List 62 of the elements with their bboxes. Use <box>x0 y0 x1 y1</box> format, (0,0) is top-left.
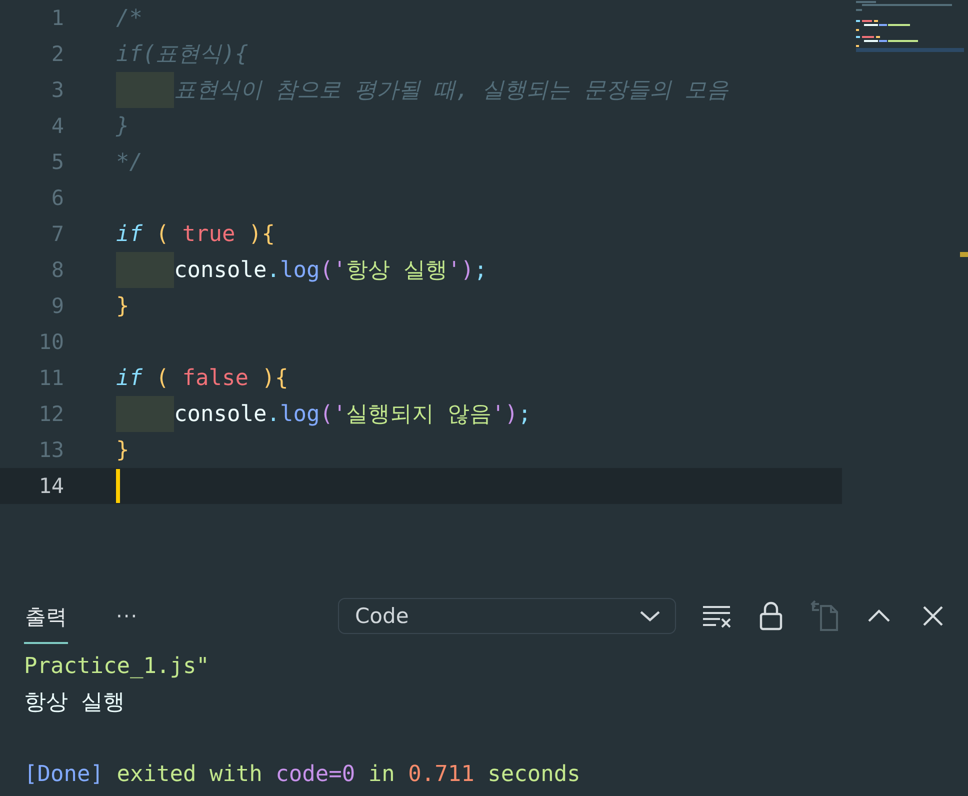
code-string: 항상 실행 <box>346 257 448 285</box>
text-cursor <box>116 469 120 503</box>
output-tab[interactable]: 출력 <box>24 588 68 644</box>
code-comment: 표현식이 참으로 평가될 때, 실행되는 문장들의 모음 <box>174 77 729 105</box>
code-method: log <box>280 258 320 282</box>
code-identifier: console <box>174 258 267 282</box>
output-text: code=0 <box>276 762 356 786</box>
code-string: 실행되지 않음 <box>346 401 492 429</box>
line-number: 5 <box>50 150 64 174</box>
code-punctuation: . <box>266 258 280 282</box>
output-text: exited with <box>116 762 264 786</box>
code-comment: } <box>116 114 130 138</box>
code-punctuation: ') <box>447 258 474 282</box>
more-actions-button[interactable]: ··· <box>116 604 138 628</box>
line-number: 2 <box>50 42 64 66</box>
code-punctuation: ; <box>518 402 532 426</box>
output-text: seconds <box>486 762 580 786</box>
line-number: 11 <box>38 366 64 390</box>
output-text: 0.711 <box>408 762 474 786</box>
line-number: 7 <box>50 222 64 246</box>
code-keyword: if <box>116 222 142 246</box>
line-number: 14 <box>38 474 64 498</box>
code-punctuation: } <box>116 438 130 462</box>
code-punctuation: ; <box>474 258 488 282</box>
line-number: 10 <box>38 330 64 354</box>
output-text: 항상 실행 <box>24 689 126 717</box>
code-punctuation: (' <box>320 258 346 282</box>
code-punctuation: ( <box>154 222 170 246</box>
code-punctuation: ') <box>491 402 518 426</box>
output-channel-dropdown[interactable]: Code <box>338 598 676 634</box>
code-punctuation: (' <box>320 402 346 426</box>
line-number: 6 <box>50 186 64 210</box>
line-number: 1 <box>50 6 64 30</box>
code-punctuation: ( <box>154 366 170 390</box>
output-text: [Done] <box>24 762 104 786</box>
line-number: 13 <box>38 438 64 462</box>
copy-icon <box>809 600 841 632</box>
line-number: 8 <box>50 258 64 282</box>
clear-list-icon <box>702 604 732 628</box>
code-punctuation: } <box>116 294 130 318</box>
code-identifier: console <box>174 402 267 426</box>
overview-ruler-mark <box>960 252 968 257</box>
chevron-up-icon <box>867 608 891 624</box>
line-number: 12 <box>38 402 64 426</box>
output-text: in <box>367 762 396 786</box>
line-number: 4 <box>50 114 64 138</box>
code-method: log <box>280 402 320 426</box>
code-punctuation: . <box>266 402 280 426</box>
lock-icon <box>758 601 784 631</box>
line-number: 3 <box>50 78 64 102</box>
code-literal: false <box>182 366 248 390</box>
line-number: 9 <box>50 294 64 318</box>
code-keyword: if <box>116 366 142 390</box>
code-comment: */ <box>116 150 142 174</box>
code-comment: /* <box>116 6 142 30</box>
code-literal: true <box>182 222 236 246</box>
close-icon <box>922 605 944 627</box>
code-punctuation: ){ <box>260 366 288 390</box>
code-comment: if(표현식){ <box>116 41 248 69</box>
chevron-down-icon <box>639 609 661 623</box>
output-text: Practice_1.js" <box>24 654 210 678</box>
code-punctuation: ){ <box>247 222 275 246</box>
